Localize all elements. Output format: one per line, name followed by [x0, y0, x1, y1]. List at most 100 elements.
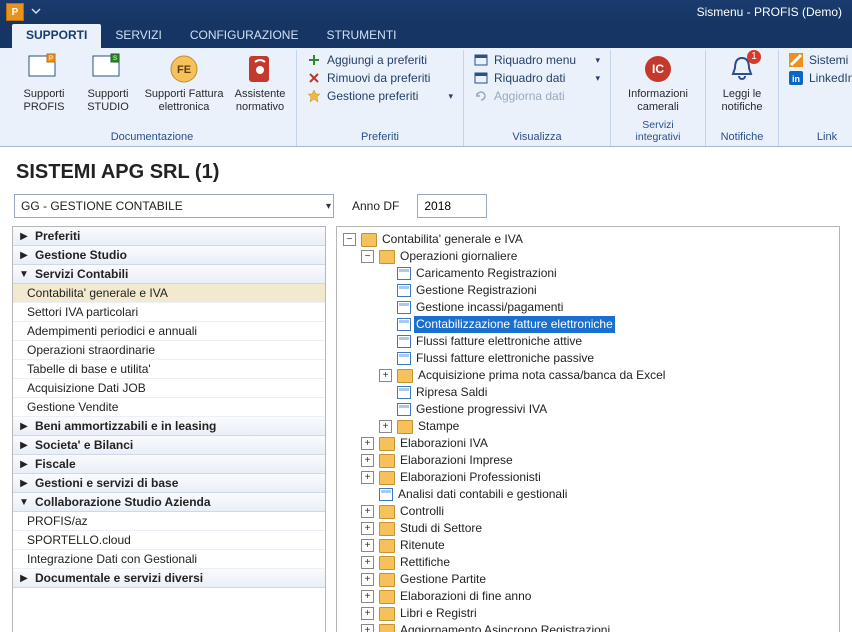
tree-item[interactable]: Gestione Registrazioni: [414, 282, 539, 299]
tab-supporti[interactable]: SUPPORTI: [12, 24, 101, 48]
expand-icon[interactable]: +: [361, 556, 374, 569]
sidebar-item[interactable]: Settori IVA particolari: [13, 303, 325, 322]
group-title-visualizza: Visualizza: [472, 129, 602, 146]
tree-item[interactable]: Flussi fatture elettroniche attive: [414, 333, 584, 350]
ribbon-group-notifiche: Leggi le notifiche Notifiche: [706, 50, 779, 146]
group-title-preferiti: Preferiti: [305, 129, 455, 146]
sidebar-section[interactable]: ▶Societa' e Bilanci: [13, 436, 325, 455]
tree-item[interactable]: Elaborazioni di fine anno: [398, 588, 533, 605]
chevron-down-icon: ▼: [19, 497, 29, 508]
tab-configurazione[interactable]: CONFIGURAZIONE: [176, 24, 313, 48]
expand-icon[interactable]: +: [361, 573, 374, 586]
svg-text:S: S: [113, 56, 117, 62]
sidebar-section[interactable]: ▼ Collaborazione Studio Azienda: [13, 493, 325, 512]
tree-item[interactable]: Analisi dati contabili e gestionali: [396, 486, 569, 503]
sidebar-item[interactable]: Tabelle di base e utilita': [13, 360, 325, 379]
tree-item[interactable]: Stampe: [416, 418, 461, 435]
anno-input[interactable]: [417, 194, 487, 218]
tree-item[interactable]: Gestione Partite: [398, 571, 488, 588]
add-icon: [307, 53, 321, 67]
sidebar-section-label: Collaborazione Studio Azienda: [35, 495, 211, 509]
document-icon: [397, 267, 411, 280]
sidebar-item[interactable]: Operazioni straordinarie: [13, 341, 325, 360]
sidebar-section[interactable]: ▶Fiscale: [13, 455, 325, 474]
tree-item[interactable]: Acquisizione prima nota cassa/banca da E…: [416, 367, 667, 384]
qat-dropdown-icon[interactable]: [30, 5, 44, 19]
sidebar-item[interactable]: Gestione Vendite: [13, 398, 325, 417]
expand-icon[interactable]: +: [361, 539, 374, 552]
tree-item[interactable]: Operazioni giornaliere: [398, 248, 519, 265]
tree-item[interactable]: Controlli: [398, 503, 446, 520]
sidebar-item[interactable]: Acquisizione Dati JOB: [13, 379, 325, 398]
supporti-fe-button[interactable]: FE Supporti Fattura elettronica: [144, 52, 224, 113]
folder-icon: [379, 437, 395, 451]
tree-item[interactable]: Contabilizzazione fatture elettroniche: [414, 316, 615, 333]
filter-bar: GG - GESTIONE CONTABILE ▾ Anno DF: [0, 194, 852, 226]
tree-item[interactable]: Elaborazioni Imprese: [398, 452, 515, 469]
tree-item[interactable]: Gestione incassi/pagamenti: [414, 299, 565, 316]
sidebar-section-label: Gestioni e servizi di base: [35, 476, 178, 490]
expand-icon[interactable]: +: [361, 454, 374, 467]
sidebar-item[interactable]: SPORTELLO.cloud: [13, 531, 325, 550]
sidebar-section[interactable]: ▶Documentale e servizi diversi: [13, 569, 325, 588]
collapse-icon[interactable]: −: [361, 250, 374, 263]
tree-item[interactable]: Elaborazioni IVA: [398, 435, 490, 452]
expand-icon[interactable]: +: [361, 437, 374, 450]
aggiungi-preferiti-button[interactable]: Aggiungi a preferiti: [305, 52, 455, 68]
tree-item[interactable]: Caricamento Registrazioni: [414, 265, 559, 282]
tree-item[interactable]: Ripresa Saldi: [414, 384, 489, 401]
sidebar-section[interactable]: ▶Preferiti: [13, 227, 325, 246]
tree-item[interactable]: Contabilita' generale e IVA: [380, 231, 525, 248]
folder-icon: [379, 573, 395, 587]
gestione-preferiti-button[interactable]: Gestione preferiti ▾: [305, 88, 455, 104]
chevron-down-icon: ▼: [19, 269, 29, 280]
expand-icon[interactable]: +: [361, 607, 374, 620]
tree-item[interactable]: Aggiornamento Asincrono Registrazioni: [398, 622, 612, 632]
document-icon: [397, 284, 411, 297]
tree-item[interactable]: Elaborazioni Professionisti: [398, 469, 543, 486]
expand-icon[interactable]: +: [361, 522, 374, 535]
leggi-notifiche-button[interactable]: Leggi le notifiche: [714, 52, 770, 113]
riquadro-dati-button[interactable]: Riquadro dati ▾: [472, 70, 602, 86]
rimuovi-preferiti-button[interactable]: Rimuovi da preferiti: [305, 70, 455, 86]
supporti-profis-button[interactable]: P Supporti PROFIS: [16, 52, 72, 113]
sistemi-link[interactable]: Sistemi: [787, 52, 852, 68]
tree-spacer: [379, 387, 392, 398]
tree-item[interactable]: Gestione progressivi IVA: [414, 401, 549, 418]
chevron-right-icon: ▶: [19, 231, 29, 242]
expand-icon[interactable]: +: [361, 590, 374, 603]
collapse-icon[interactable]: −: [343, 233, 356, 246]
expand-icon[interactable]: +: [361, 505, 374, 518]
document-icon: [397, 301, 411, 314]
linkedin-link[interactable]: in LinkedIn: [787, 70, 852, 86]
expand-icon[interactable]: +: [379, 369, 392, 382]
supporti-studio-button[interactable]: S Supporti STUDIO: [80, 52, 136, 113]
sidebar-item[interactable]: Contabilita' generale e IVA: [13, 284, 325, 303]
sidebar-section[interactable]: ▼Servizi Contabili: [13, 265, 325, 284]
expand-icon[interactable]: +: [361, 624, 374, 632]
riquadro-menu-button[interactable]: Riquadro menu ▾: [472, 52, 602, 68]
tree-spacer: [379, 404, 392, 415]
tree-item[interactable]: Studi di Settore: [398, 520, 484, 537]
chevron-right-icon: ▶: [19, 421, 29, 432]
tree-item[interactable]: Ritenute: [398, 537, 447, 554]
sidebar-section[interactable]: ▶Gestioni e servizi di base: [13, 474, 325, 493]
tab-servizi[interactable]: SERVIZI: [101, 24, 175, 48]
folder-icon: [379, 454, 395, 468]
sidebar-section[interactable]: ▶Gestione Studio: [13, 246, 325, 265]
informazioni-camerali-button[interactable]: IC Informazioni camerali: [619, 52, 697, 113]
tree-item[interactable]: Rettifiche: [398, 554, 452, 571]
sidebar-item[interactable]: PROFIS/az: [13, 512, 325, 531]
sidebar-section[interactable]: ▶Beni ammortizzabili e in leasing: [13, 417, 325, 436]
tab-strumenti[interactable]: STRUMENTI: [312, 24, 410, 48]
tree-item[interactable]: Libri e Registri: [398, 605, 479, 622]
tree-spacer: [379, 285, 392, 296]
sidebar-item[interactable]: Adempimenti periodici e annuali: [13, 322, 325, 341]
fe-icon: FE: [167, 52, 201, 86]
assistente-normativo-button[interactable]: Assistente normativo: [232, 52, 288, 113]
sidebar-item[interactable]: Integrazione Dati con Gestionali: [13, 550, 325, 569]
expand-icon[interactable]: +: [379, 420, 392, 433]
expand-icon[interactable]: +: [361, 471, 374, 484]
tree-item[interactable]: Flussi fatture elettroniche passive: [414, 350, 596, 367]
gestione-combo[interactable]: GG - GESTIONE CONTABILE ▾: [14, 194, 334, 218]
